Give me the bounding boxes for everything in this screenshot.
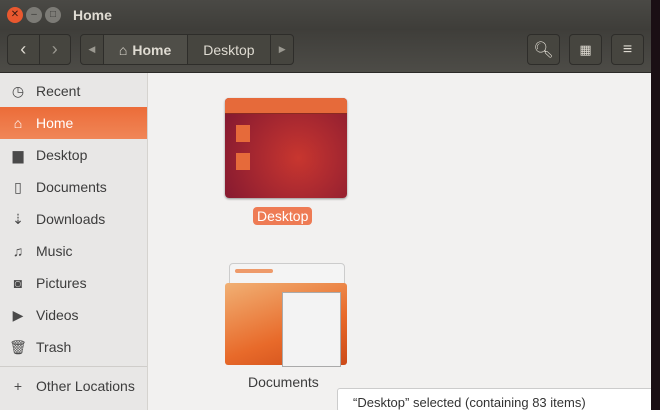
music-icon: ♫ bbox=[12, 243, 24, 259]
sidebar-item-desktop[interactable]: ▆ Desktop bbox=[0, 139, 147, 171]
sidebar-item-trash[interactable]: 🗑︎ Trash bbox=[0, 331, 147, 363]
sidebar-item-home[interactable]: ⌂ Home bbox=[0, 107, 147, 139]
file-manager-window: ✕ – □ Home ‹ › ◀ ⌂ Home Desktop ▶ 🔍︎ ▦ ≡ … bbox=[0, 0, 651, 410]
toolbar: ‹ › ◀ ⌂ Home Desktop ▶ 🔍︎ ▦ ≡ bbox=[0, 30, 651, 73]
window-title: Home bbox=[73, 7, 112, 23]
sidebar-item-music[interactable]: ♫ Music bbox=[0, 235, 147, 267]
file-label-desktop: Desktop bbox=[253, 207, 313, 225]
trash-icon: 🗑︎ bbox=[9, 338, 27, 355]
download-icon: ⇣ bbox=[12, 210, 24, 227]
plus-icon: + bbox=[13, 378, 23, 394]
file-label-documents: Documents bbox=[248, 374, 319, 390]
hamburger-icon: ≡ bbox=[622, 40, 633, 58]
documents-folder-icon bbox=[225, 263, 347, 373]
status-bar: “Desktop” selected (containing 83 items) bbox=[337, 388, 651, 410]
sidebar-item-recent[interactable]: ◷ Recent bbox=[0, 75, 147, 107]
path-scroll-left[interactable]: ◀ bbox=[81, 35, 104, 64]
search-icon: 🔍︎ bbox=[533, 41, 554, 59]
search-button[interactable]: 🔍︎ bbox=[527, 34, 560, 65]
path-scroll-right[interactable]: ▶ bbox=[271, 35, 293, 64]
document-icon: ▯ bbox=[14, 178, 22, 195]
sidebar-item-documents[interactable]: ▯ Documents bbox=[0, 171, 147, 203]
title-bar: ✕ – □ Home bbox=[0, 0, 651, 30]
menu-button[interactable]: ≡ bbox=[611, 34, 644, 65]
home-icon: ⌂ bbox=[118, 41, 128, 58]
sidebar-item-other-locations[interactable]: + Other Locations bbox=[0, 370, 147, 402]
path-desktop-button[interactable]: Desktop bbox=[188, 35, 272, 64]
forward-button[interactable]: › bbox=[40, 35, 71, 64]
back-button[interactable]: ‹ bbox=[8, 35, 40, 64]
clock-icon: ◷ bbox=[11, 82, 25, 99]
path-home-button[interactable]: ⌂ Home bbox=[103, 35, 188, 64]
sidebar: ◷ Recent ⌂ Home ▆ Desktop ▯ Documents ⇣ Downl… bbox=[0, 73, 148, 410]
desktop-folder-icon bbox=[225, 98, 347, 198]
maximize-button[interactable]: □ bbox=[45, 7, 61, 23]
view-toggle-button[interactable]: ▦ bbox=[569, 34, 602, 65]
home-icon: ⌂ bbox=[13, 115, 23, 131]
minimize-button[interactable]: – bbox=[26, 7, 42, 23]
video-icon: ▶ bbox=[12, 306, 24, 323]
sidebar-item-pictures[interactable]: ◙ Pictures bbox=[0, 267, 147, 299]
close-button[interactable]: ✕ bbox=[7, 7, 23, 23]
sidebar-item-videos[interactable]: ▶ Videos bbox=[0, 299, 147, 331]
grid-icon: ▦ bbox=[579, 41, 592, 57]
camera-icon: ◙ bbox=[13, 275, 23, 291]
sidebar-item-downloads[interactable]: ⇣ Downloads bbox=[0, 203, 147, 235]
folder-icon: ▆ bbox=[12, 146, 24, 163]
